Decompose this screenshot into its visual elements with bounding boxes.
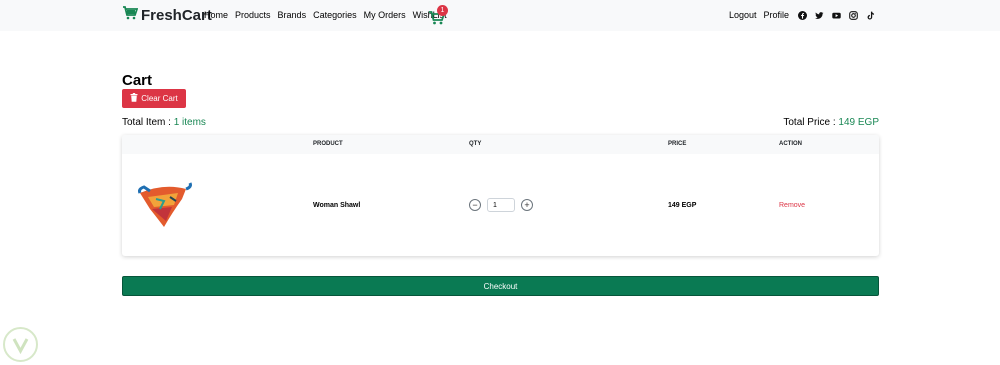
nav-link-my-orders[interactable]: My Orders bbox=[364, 10, 406, 20]
total-items: Total Item : 1 items bbox=[122, 117, 206, 128]
header-product: PRODUCT bbox=[313, 141, 343, 147]
minus-icon: − bbox=[472, 199, 478, 210]
cart-logo-icon bbox=[122, 6, 139, 25]
decrease-qty-button[interactable]: − bbox=[469, 199, 481, 211]
nav-links: Home Products Brands Categories My Order… bbox=[204, 10, 447, 20]
cart-table: PRODUCT QTY PRICE ACTION Woman Shawl − + bbox=[122, 135, 879, 256]
nav-link-products[interactable]: Products bbox=[235, 10, 271, 20]
product-price: 149 EGP bbox=[668, 202, 697, 209]
trash-icon bbox=[130, 93, 138, 104]
header-qty: QTY bbox=[469, 141, 482, 147]
social-links bbox=[798, 10, 875, 20]
clear-cart-button[interactable]: Clear Cart bbox=[122, 89, 186, 108]
tiktok-icon[interactable] bbox=[866, 11, 875, 20]
product-name: Woman Shawl bbox=[313, 202, 361, 209]
facebook-icon[interactable] bbox=[798, 10, 807, 20]
brand-logo[interactable]: FreshCart bbox=[122, 6, 212, 25]
total-item-label: Total Item : bbox=[122, 117, 174, 128]
remove-button[interactable]: Remove bbox=[779, 202, 805, 209]
nav-link-categories[interactable]: Categories bbox=[313, 10, 357, 20]
total-price: Total Price : 149 EGP bbox=[783, 117, 879, 128]
nav-link-home[interactable]: Home bbox=[204, 10, 228, 20]
clear-cart-label: Clear Cart bbox=[141, 94, 178, 103]
nav-cart-button[interactable]: 1 bbox=[428, 5, 450, 25]
nav-right: Logout Profile bbox=[729, 10, 875, 20]
page-title: Cart bbox=[122, 72, 153, 89]
twitter-icon[interactable] bbox=[815, 11, 824, 20]
quantity-input[interactable] bbox=[487, 198, 515, 212]
total-item-value: 1 items bbox=[173, 117, 206, 128]
instagram-icon[interactable] bbox=[849, 10, 858, 20]
product-image bbox=[134, 179, 194, 236]
checkout-button[interactable]: Checkout bbox=[122, 276, 879, 296]
watermark-icon bbox=[12, 338, 29, 355]
quantity-stepper: − + bbox=[469, 198, 533, 212]
increase-qty-button[interactable]: + bbox=[521, 199, 533, 211]
brand-name: FreshCart bbox=[141, 7, 212, 24]
navbar: FreshCart Home Products Brands Categorie… bbox=[0, 0, 1000, 31]
cart-count-badge: 1 bbox=[437, 5, 448, 16]
header-price: PRICE bbox=[668, 141, 687, 147]
table-header: PRODUCT QTY PRICE ACTION bbox=[122, 135, 879, 154]
profile-link[interactable]: Profile bbox=[763, 10, 789, 20]
logout-link[interactable]: Logout bbox=[729, 10, 757, 20]
plus-icon: + bbox=[524, 199, 530, 210]
header-action: ACTION bbox=[779, 141, 802, 147]
total-price-label: Total Price : bbox=[783, 117, 839, 128]
nav-link-brands[interactable]: Brands bbox=[278, 10, 307, 20]
watermark-logo bbox=[3, 327, 38, 362]
youtube-icon[interactable] bbox=[832, 11, 841, 20]
total-price-value: 149 EGP bbox=[838, 117, 879, 128]
